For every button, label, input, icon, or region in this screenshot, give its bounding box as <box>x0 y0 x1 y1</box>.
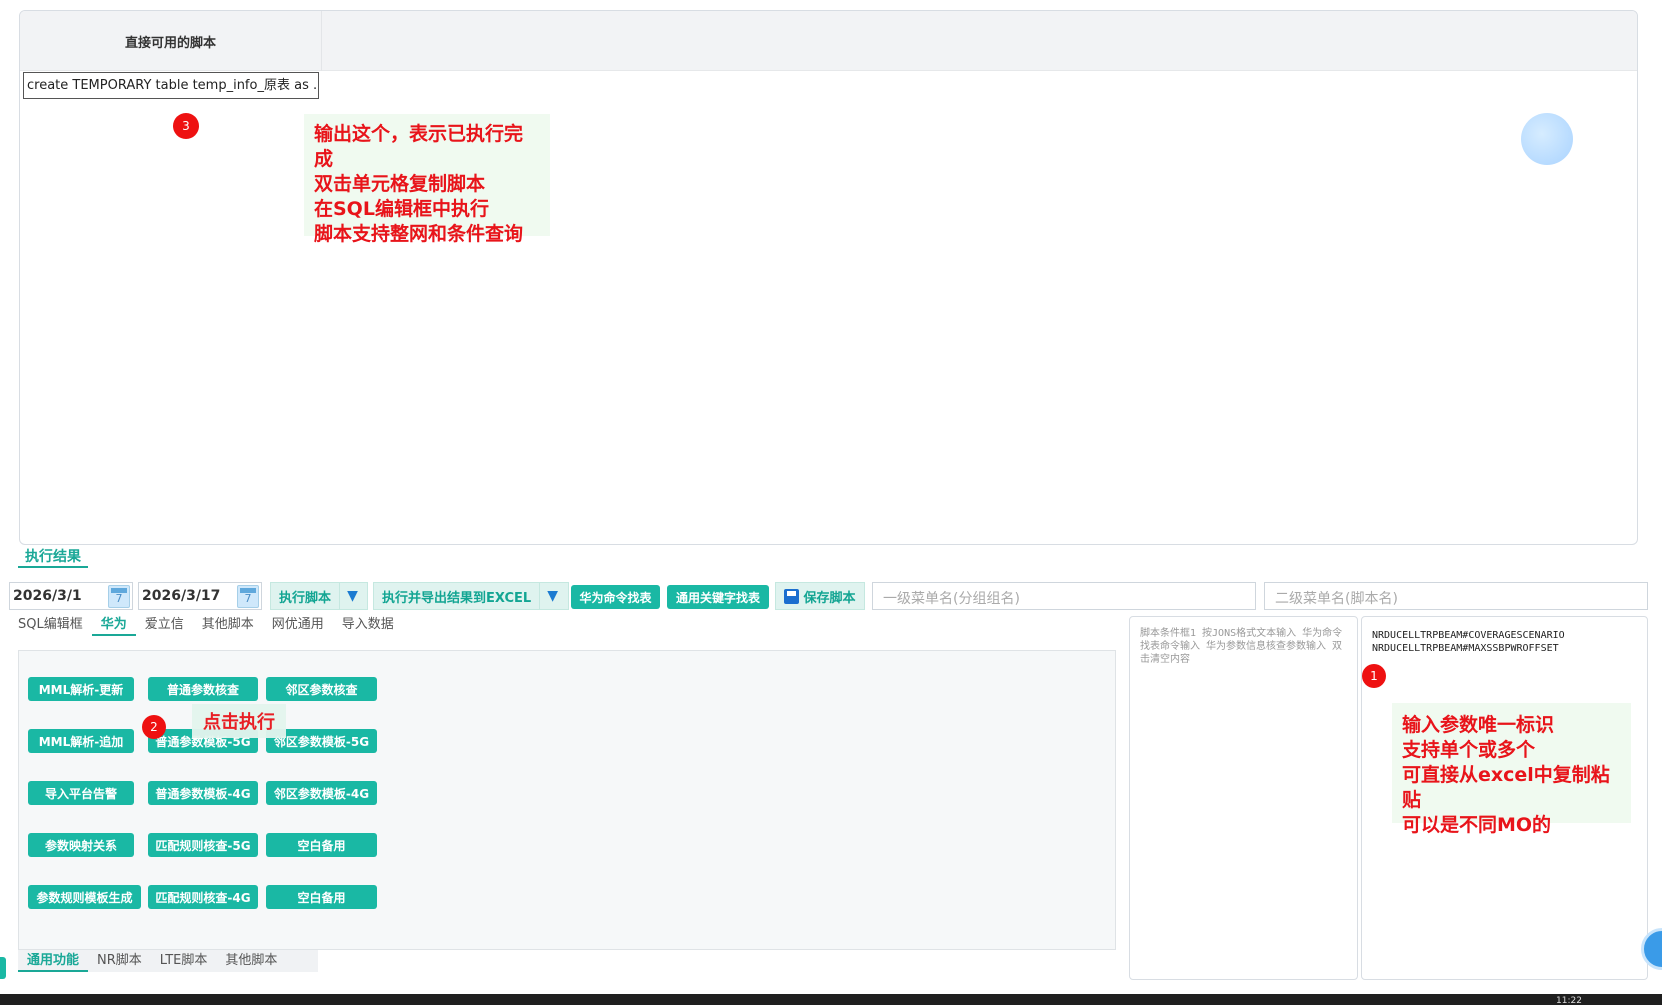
run-script-label: 执行脚本 <box>279 590 332 606</box>
tab-common-functions[interactable]: 通用功能 <box>18 950 89 972</box>
grid-header: 直接可用的脚本 <box>20 11 1637 71</box>
param-line: NRDUCELLTRPBEAM#MAXSSBPWROFFSET <box>1372 643 1559 654</box>
note-line: 输入参数唯一标识 <box>1402 714 1555 736</box>
tab-huawei[interactable]: 华为 <box>91 614 136 636</box>
param-rule-template-button[interactable]: 参数规则模板生成 <box>28 885 141 909</box>
dropdown-arrow-icon[interactable]: ▼ <box>339 583 365 609</box>
note-line: 脚本支持整网和条件查询 <box>314 223 524 245</box>
note-line: 在SQL编辑框中执行 <box>314 198 489 220</box>
function-button-area: MML解析-更新 MML解析-追加 导入平台告警 参数映射关系 参数规则模板生成… <box>18 650 1116 950</box>
run-script-button[interactable]: 执行脚本 ▼ <box>270 582 368 610</box>
step-badge-2: 2 <box>142 715 166 739</box>
end-date-picker[interactable]: 2026/3/17 7 <box>138 582 262 610</box>
huawei-cmd-find-table-button[interactable]: 华为命令找表 <box>571 585 660 609</box>
bottom-tab-bar: 通用功能 NR脚本 LTE脚本 其他脚本 <box>18 950 318 972</box>
step-badge-1: 1 <box>1362 664 1386 688</box>
save-icon <box>784 588 800 604</box>
keyword-find-table-button[interactable]: 通用关键字找表 <box>667 585 769 609</box>
note-line: 输出这个，表示已执行完成 <box>314 123 524 170</box>
run-export-label: 执行并导出结果到EXCEL <box>382 590 532 606</box>
condition-textarea[interactable]: 脚本条件框1 按JONS格式文本输入 华为命令找表命令输入 华为参数信息核查参数… <box>1129 616 1358 980</box>
blank-reserve-button[interactable]: 空白备用 <box>266 885 377 909</box>
note-line: 支持单个或多个 <box>1402 739 1536 761</box>
mml-parse-append-button[interactable]: MML解析-追加 <box>28 729 134 753</box>
match-rule-check-4g-button[interactable]: 匹配规则核查-4G <box>148 885 258 909</box>
start-date-picker[interactable]: 2026/3/1 7 <box>9 582 133 610</box>
script-cell[interactable]: create TEMPORARY table temp_info_原表 as .… <box>23 72 319 99</box>
note-line: 可以是不同MO的 <box>1402 814 1552 836</box>
main-tab-bar: SQL编辑框 华为 爱立信 其他脚本 网优通用 导入数据 <box>9 614 509 638</box>
match-rule-check-5g-button[interactable]: 匹配规则核查-5G <box>148 833 258 857</box>
import-alarm-button[interactable]: 导入平台告警 <box>28 781 134 805</box>
tab-netopt-common[interactable]: 网优通用 <box>263 614 333 636</box>
param-mapping-button[interactable]: 参数映射关系 <box>28 833 134 857</box>
column-header[interactable]: 直接可用的脚本 <box>20 11 322 71</box>
save-script-label: 保存脚本 <box>803 590 856 606</box>
menu-level1-input[interactable]: 一级菜单名(分组组名) <box>872 582 1256 610</box>
save-script-button[interactable]: 保存脚本 <box>775 582 865 610</box>
normal-param-check-button[interactable]: 普通参数核查 <box>148 677 258 701</box>
annotation-output-note: 输出这个，表示已执行完成 双击单元格复制脚本 在SQL编辑框中执行 脚本支持整网… <box>304 114 550 245</box>
tab-ericsson[interactable]: 爱立信 <box>136 614 193 636</box>
neighbor-param-template-4g-button[interactable]: 邻区参数模板-4G <box>266 781 377 805</box>
side-handle[interactable] <box>0 957 6 979</box>
neighbor-param-check-button[interactable]: 邻区参数核查 <box>266 677 377 701</box>
run-export-button[interactable]: 执行并导出结果到EXCEL ▼ <box>373 582 569 610</box>
annotation-param-note: 输入参数唯一标识 支持单个或多个 可直接从excel中复制粘贴 可以是不同MO的 <box>1392 703 1631 836</box>
step-badge-3: 3 <box>173 113 199 139</box>
normal-param-template-4g-button[interactable]: 普通参数模板-4G <box>148 781 258 805</box>
note-line: 可直接从excel中复制粘贴 <box>1402 764 1610 811</box>
tab-execution-result[interactable]: 执行结果 <box>18 546 88 568</box>
tab-nr-scripts[interactable]: NR脚本 <box>88 950 151 972</box>
calendar-icon[interactable]: 7 <box>108 585 130 608</box>
blank-reserve-button[interactable]: 空白备用 <box>266 833 377 857</box>
tab-other-scripts[interactable]: 其他脚本 <box>193 614 263 636</box>
tab-sql-editor[interactable]: SQL编辑框 <box>9 614 92 636</box>
tab-other-scripts[interactable]: 其他脚本 <box>216 950 286 972</box>
start-date-value: 2026/3/1 <box>13 588 82 604</box>
result-grid: 直接可用的脚本 create TEMPORARY table temp_info… <box>19 10 1638 545</box>
note-line: 双击单元格复制脚本 <box>314 173 486 195</box>
menu-level2-input[interactable]: 二级菜单名(脚本名) <box>1264 582 1648 610</box>
os-taskbar <box>0 994 1662 1005</box>
floating-assistant-icon[interactable] <box>1521 113 1573 165</box>
mml-parse-update-button[interactable]: MML解析-更新 <box>28 677 134 701</box>
tab-import-data[interactable]: 导入数据 <box>333 614 403 636</box>
dropdown-arrow-icon[interactable]: ▼ <box>539 583 565 609</box>
calendar-icon[interactable]: 7 <box>237 585 259 608</box>
tab-lte-scripts[interactable]: LTE脚本 <box>151 950 217 972</box>
end-date-value: 2026/3/17 <box>142 588 221 604</box>
param-line: NRDUCELLTRPBEAM#COVERAGESCENARIO <box>1372 630 1565 641</box>
annotation-click-run: 点击执行 <box>192 704 286 738</box>
